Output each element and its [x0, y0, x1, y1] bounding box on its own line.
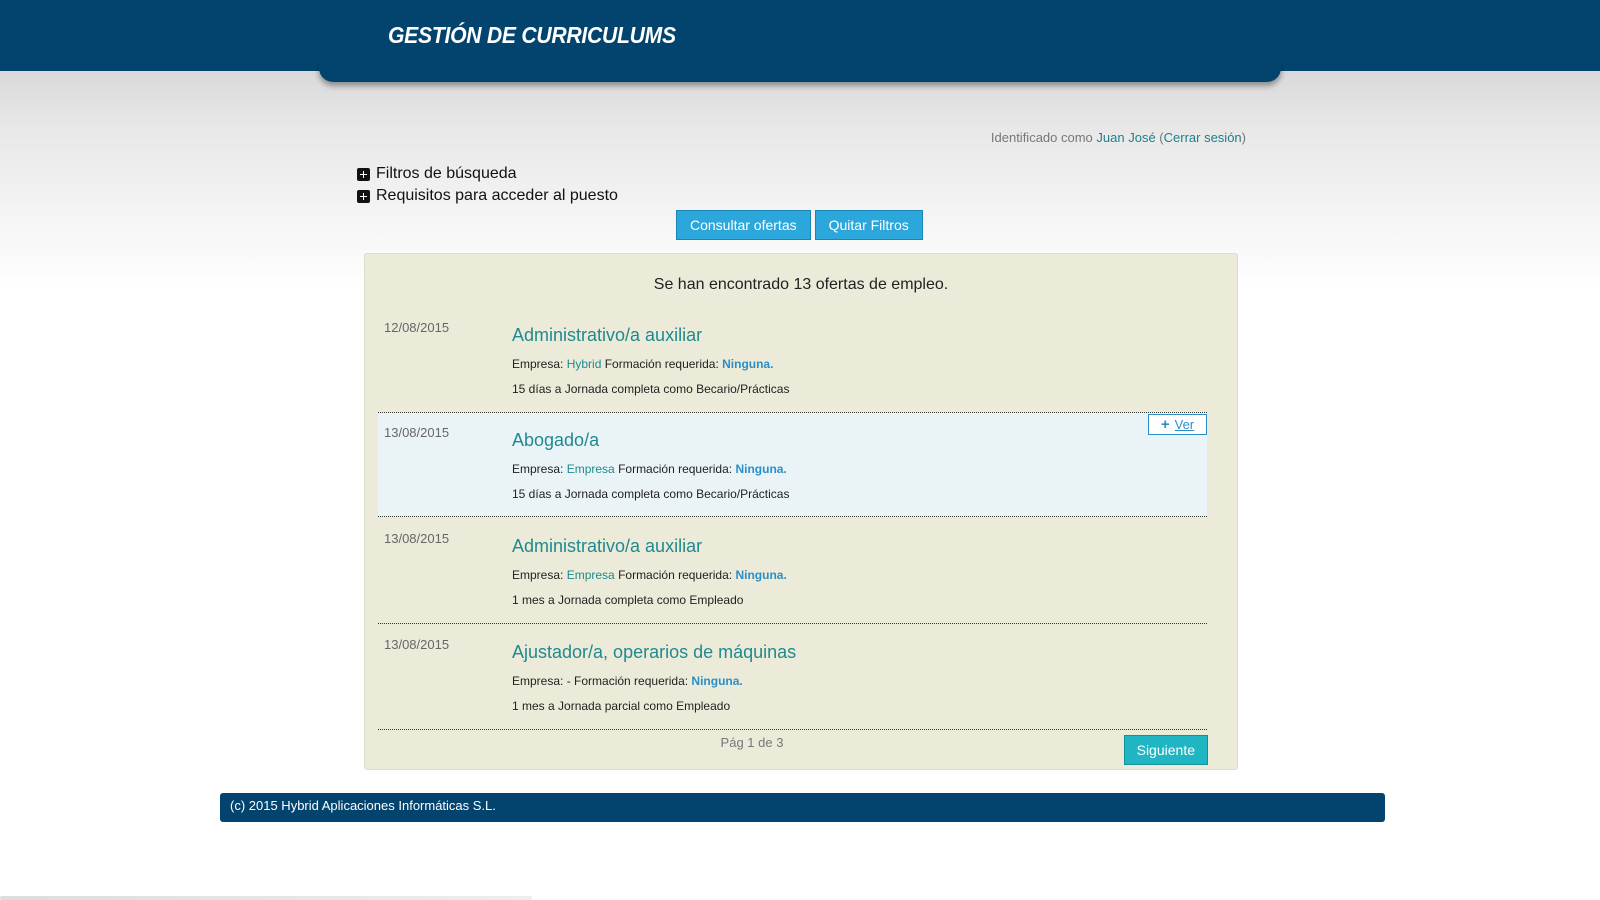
plus-box-icon[interactable]: [357, 189, 370, 203]
offer-education: Ninguna.: [722, 357, 774, 371]
user-prefix: Identificado como: [990, 130, 1097, 145]
requirements-toggle[interactable]: Requisitos para acceder al puesto: [357, 187, 618, 205]
user-paren-open: (: [1155, 130, 1164, 145]
offer-company: Empresa: [566, 462, 615, 476]
offer-date: 13/08/2015: [384, 637, 450, 652]
horizontal-scrollbar[interactable]: [0, 896, 532, 900]
offer-meta: Empresa: Hybrid Formación requerida: Nin…: [512, 357, 773, 371]
education-label: Formación requerida:: [618, 462, 736, 476]
search-filters-toggle[interactable]: Filtros de búsqueda: [357, 165, 517, 183]
next-page-button[interactable]: Siguiente: [1123, 735, 1208, 765]
user-paren-close: ): [1241, 130, 1246, 145]
header-tab: [319, 60, 1281, 82]
results-count: Se han encontrado 13 ofertas de empleo.: [653, 276, 949, 293]
offer-item: 13/08/2015 Abogado/a Empresa: Empresa Fo…: [378, 412, 1207, 517]
company-label: Empresa:: [512, 462, 567, 476]
offer-meta: Empresa: - Formación requerida: Ninguna.: [512, 674, 743, 688]
offer-details: 1 mes a Jornada parcial como Empleado: [512, 699, 731, 713]
offer-title-link[interactable]: Ajustador/a, operarios de máquinas: [512, 642, 796, 663]
plus-icon: +: [1160, 416, 1170, 433]
view-offer-label: Ver: [1174, 417, 1195, 432]
company-label: Empresa:: [512, 674, 567, 688]
view-offer-button[interactable]: + Ver: [1148, 414, 1207, 435]
offer-details: 15 días a Jornada completa como Becario/…: [512, 487, 790, 501]
offer-meta: Empresa: Empresa Formación requerida: Ni…: [512, 462, 787, 476]
plus-box-icon[interactable]: [357, 167, 370, 181]
offer-education: Ninguna.: [691, 674, 743, 688]
offer-title-link[interactable]: Administrativo/a auxiliar: [512, 536, 702, 557]
offer-details: 15 días a Jornada completa como Becario/…: [512, 382, 790, 396]
user-bar: Identificado como Juan José (Cerrar sesi…: [991, 130, 1246, 145]
education-label: Formación requerida:: [618, 568, 736, 582]
offer-education: Ninguna.: [735, 462, 787, 476]
logout-link[interactable]: Cerrar sesión: [1164, 130, 1242, 145]
offer-date: 13/08/2015: [384, 425, 450, 440]
clear-filters-button[interactable]: Quitar Filtros: [814, 210, 923, 240]
offer-title-link[interactable]: Abogado/a: [512, 430, 599, 451]
copyright-text: (c) 2015 Hybrid Aplicaciones Informática…: [230, 798, 496, 813]
company-label: Empresa:: [512, 357, 567, 371]
offer-meta: Empresa: Empresa Formación requerida: Ni…: [512, 568, 787, 582]
offer-details: 1 mes a Jornada completa como Empleado: [512, 593, 744, 607]
offer-date: 12/08/2015: [384, 320, 450, 335]
offer-company: Empresa: [566, 568, 615, 582]
search-offers-button[interactable]: Consultar ofertas: [676, 210, 811, 240]
offer-title-link[interactable]: Administrativo/a auxiliar: [512, 325, 702, 346]
offer-company: Hybrid: [566, 357, 602, 371]
footer-bar: (c) 2015 Hybrid Aplicaciones Informática…: [220, 793, 1385, 822]
search-filters-label: Filtros de búsqueda: [376, 165, 517, 182]
offer-company: -: [566, 674, 575, 688]
company-label: Empresa:: [512, 568, 567, 582]
pagination-text: Pág 1 de 3: [720, 735, 784, 750]
offer-item: 12/08/2015 Administrativo/a auxiliar Emp…: [378, 307, 1207, 413]
education-label: Formación requerida:: [574, 674, 692, 688]
offer-item: 13/08/2015 Ajustador/a, operarios de máq…: [378, 624, 1207, 730]
education-label: Formación requerida:: [604, 357, 723, 371]
offer-item: 13/08/2015 Administrativo/a auxiliar Emp…: [378, 518, 1207, 624]
action-buttons: Consultar ofertas Quitar Filtros: [676, 210, 923, 240]
offer-education: Ninguna.: [735, 568, 787, 582]
user-name-link[interactable]: Juan José: [1096, 130, 1155, 145]
results-panel: Se han encontrado 13 ofertas de empleo. …: [364, 253, 1238, 770]
app-title: GESTIÓN DE CURRICULUMS: [388, 22, 676, 48]
offer-date: 13/08/2015: [384, 531, 450, 546]
requirements-label: Requisitos para acceder al puesto: [376, 187, 618, 204]
